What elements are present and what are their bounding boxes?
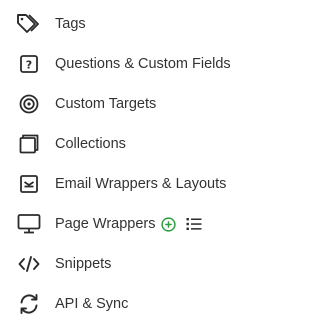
nav-item-label: Questions & Custom Fields [55,56,231,72]
settings-nav-menu: Tags ? Questions & Custom Fields Custom … [0,0,303,328]
nav-item-label: Snippets [55,256,112,272]
nav-item-label: API & Sync [55,296,129,312]
collections-icon [16,131,42,157]
monitor-icon [16,211,42,237]
question-box-icon: ? [16,51,42,77]
nav-item-page-wrappers[interactable]: Page Wrappers [0,204,303,244]
code-icon [16,251,42,277]
sync-icon [16,291,42,317]
svg-text:?: ? [26,59,32,72]
nav-item-label: Custom Targets [55,96,157,112]
tag-icon [16,11,42,37]
plus-circle-icon[interactable] [159,215,177,233]
nav-item-label: Email Wrappers & Layouts [55,176,227,192]
nav-item-email-wrappers-layouts[interactable]: Email Wrappers & Layouts [0,164,303,204]
target-icon [16,91,42,117]
nav-item-snippets[interactable]: Snippets [0,244,303,284]
email-wrapper-icon [16,171,42,197]
nav-item-custom-targets[interactable]: Custom Targets [0,84,303,124]
nav-item-tags[interactable]: Tags [0,4,303,44]
nav-item-label: Collections [55,136,126,152]
nav-item-label: Page Wrappers [55,216,156,232]
list-icon[interactable] [185,215,203,233]
nav-item-collections[interactable]: Collections [0,124,303,164]
nav-item-api-sync[interactable]: API & Sync [0,284,303,324]
nav-item-label: Tags [55,16,86,32]
page-wrappers-actions [159,215,203,233]
nav-item-questions-custom-fields[interactable]: ? Questions & Custom Fields [0,44,303,84]
